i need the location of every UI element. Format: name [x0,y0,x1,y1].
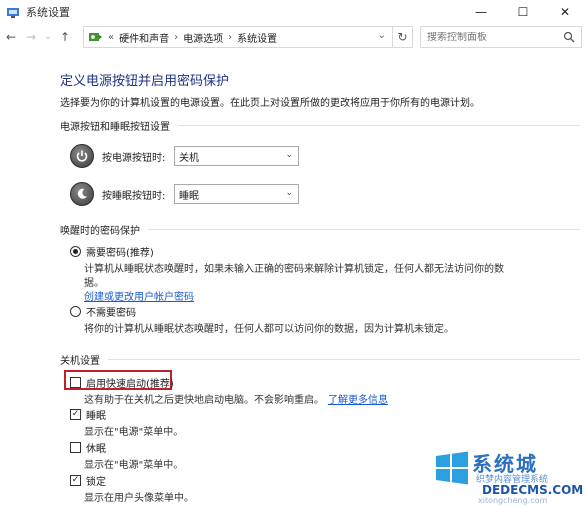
no-password-radio[interactable] [70,306,81,317]
recent-locations-button[interactable]: ⌄ [42,28,54,46]
password-section-heading: 唤醒时的密码保护 [60,222,580,237]
require-password-option[interactable]: 需要密码(推荐) [70,244,154,259]
search-box[interactable] [420,26,582,48]
title-bar: 系统设置 — ☐ ✕ [0,0,586,24]
breadcrumb-hardware-sound[interactable]: 硬件和声音 [119,30,169,45]
watermark-url: xitongcheng.com [478,496,548,505]
refresh-button[interactable]: ↻ [392,26,412,48]
breadcrumb-separator[interactable]: › [228,32,232,43]
breadcrumb-power-options[interactable]: 电源选项 [183,30,223,45]
search-input[interactable] [421,31,557,43]
navigation-bar: ← → ⌄ ↑ « 硬件和声音 › 电源选项 › 系统设置 ⌄ ↻ [0,26,586,48]
learn-more-link[interactable]: 了解更多信息 [328,395,388,406]
hibernate-label[interactable]: 休眠 [86,440,106,455]
lock-label[interactable]: 锁定 [86,473,106,488]
overflow-chevron[interactable]: « [108,32,114,43]
select-value: 睡眠 [179,190,199,202]
section-heading-text: 关机设置 [60,356,100,367]
address-bar[interactable]: « 硬件和声音 › 电源选项 › 系统设置 ⌄ [83,26,413,48]
fast-startup-label[interactable]: 启用快速启动(推荐) [86,375,174,390]
window-title: 系统设置 [26,6,70,19]
power-button-label: 按电源按钮时: [102,152,166,164]
fast-startup-option[interactable]: 启用快速启动(推荐) [70,375,174,390]
sleep-button-row: 按睡眠按钮时: 睡眠 ⌄ [70,182,299,206]
page-description: 选择要为你的计算机设置的电源设置。在此页上对设置所做的更改将应用于你所有的电源计… [60,98,480,109]
sleep-description: 显示在"电源"菜单中。 [84,427,184,438]
power-button-icon [70,144,94,168]
change-password-link[interactable]: 创建或更改用户帐户密码 [84,288,194,303]
close-button[interactable]: ✕ [544,0,586,24]
page-title: 定义电源按钮并启用密码保护 [60,74,230,89]
sleep-button-icon [70,182,94,206]
watermark-domain: DEDECMS.COM [482,483,584,497]
shutdown-section-heading: 关机设置 [60,352,580,367]
require-password-description: 计算机从睡眠状态唤醒时，如果未输入正确的密码来解除计算机锁定，任何人都无法访问你… [84,264,504,275]
maximize-button[interactable]: ☐ [502,0,544,24]
address-dropdown-icon[interactable]: ⌄ [378,30,386,41]
hibernate-description: 显示在"电源"菜单中。 [84,460,184,471]
back-button[interactable]: ← [2,28,20,46]
require-password-radio[interactable] [70,246,81,257]
power-button-action-select[interactable]: 关机 ⌄ [174,146,299,166]
sleep-label[interactable]: 睡眠 [86,407,106,422]
content-pane: 定义电源按钮并启用密码保护 选择要为你的计算机设置的电源设置。在此页上对设置所做… [0,56,586,506]
breadcrumb-system-settings[interactable]: 系统设置 [237,30,277,45]
power-options-icon [89,33,102,41]
fast-startup-description: 这有助于在关机之后更快地启动电脑。不会影响重启。 了解更多信息 [84,391,388,406]
no-password-label[interactable]: 不需要密码 [86,304,136,319]
fast-startup-desc-text: 这有助于在关机之后更快地启动电脑。不会影响重启。 [84,395,324,406]
section-heading-text: 电源按钮和睡眠按钮设置 [60,122,170,133]
hibernate-option[interactable]: 休眠 [70,440,106,455]
hibernate-checkbox[interactable] [70,442,81,453]
require-password-description-cont: 据。 [84,278,104,289]
divider [178,125,580,126]
select-value: 关机 [179,152,199,164]
lock-option[interactable]: ✓ 锁定 [70,473,106,488]
chevron-down-icon: ⌄ [285,188,293,198]
lock-description: 显示在用户头像菜单中。 [84,493,194,504]
divider [148,229,580,230]
breadcrumb-separator[interactable]: › [174,32,178,43]
section-heading-text: 唤醒时的密码保护 [60,226,140,237]
lock-checkbox[interactable]: ✓ [70,475,81,486]
sleep-option[interactable]: ✓ 睡眠 [70,407,106,422]
no-password-description: 将你的计算机从睡眠状态唤醒时，任何人都可以访问你的数据，因为计算机未锁定。 [84,324,454,335]
power-buttons-section-heading: 电源按钮和睡眠按钮设置 [60,118,580,133]
search-icon [563,31,575,43]
sleep-button-action-select[interactable]: 睡眠 ⌄ [174,184,299,204]
control-panel-icon [7,8,19,18]
fast-startup-checkbox[interactable] [70,377,81,388]
power-button-row: 按电源按钮时: 关机 ⌄ [70,144,299,168]
forward-button[interactable]: → [22,28,40,46]
windows-logo-icon [436,451,468,485]
no-password-option[interactable]: 不需要密码 [70,304,136,319]
up-button[interactable]: ↑ [56,28,74,46]
minimize-button[interactable]: — [460,0,502,24]
sleep-checkbox[interactable]: ✓ [70,409,81,420]
chevron-down-icon: ⌄ [285,150,293,160]
divider [108,359,580,360]
require-password-label[interactable]: 需要密码(推荐) [86,244,154,259]
watermark: 系统城 织梦内容管理系统 DEDECMS.COM xitongcheng.com [432,444,584,505]
sleep-button-label: 按睡眠按钮时: [102,190,166,202]
